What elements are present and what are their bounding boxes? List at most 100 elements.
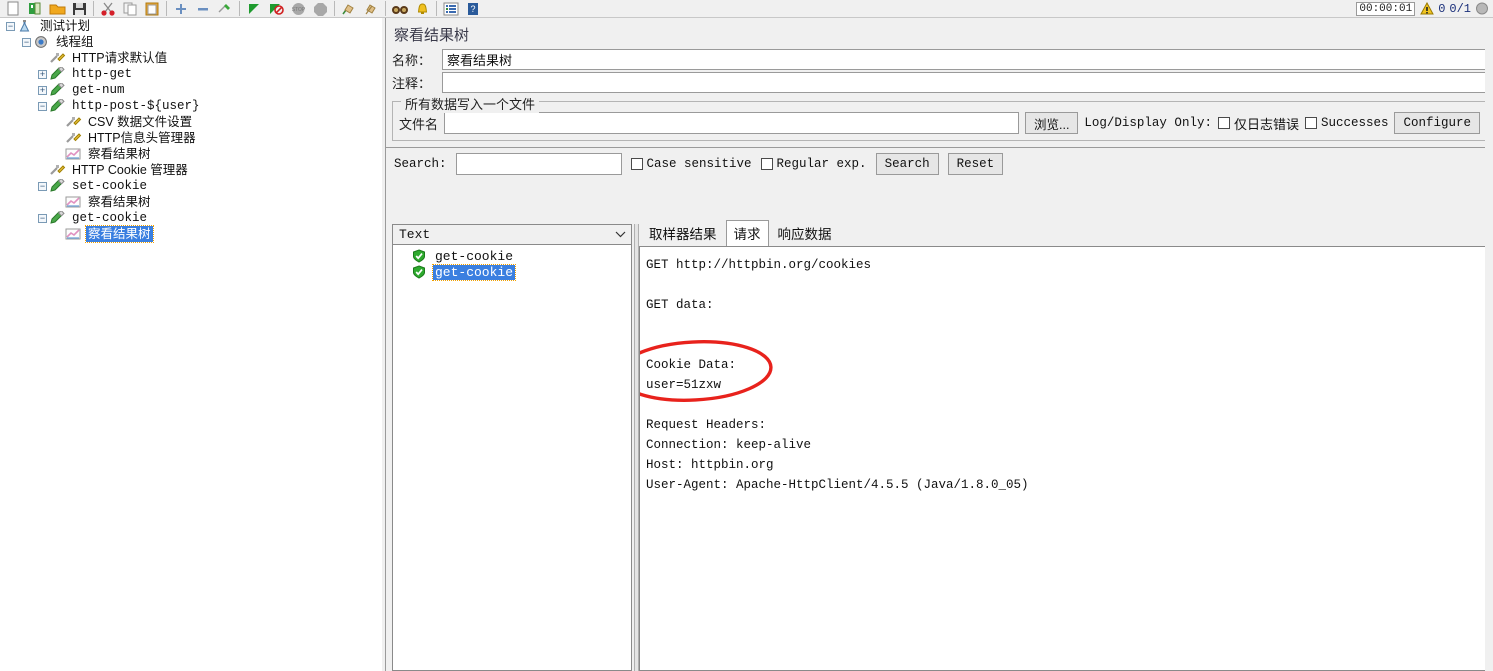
tab-request[interactable]: 请求 [725, 220, 769, 246]
right-edge-filler [1485, 18, 1493, 671]
browse-button[interactable]: 浏览... [1025, 112, 1079, 134]
result-list-item[interactable]: get-cookie [393, 248, 631, 264]
help-icon[interactable]: ? [462, 0, 484, 17]
log-display-only-label: Log/Display Only: [1084, 116, 1212, 130]
search-icon[interactable] [389, 0, 411, 17]
case-sensitive-checkbox[interactable]: Case sensitive [630, 157, 752, 171]
expand-all-icon[interactable] [170, 0, 192, 17]
thread-group-icon [33, 35, 51, 50]
tab-sampler-result[interactable]: 取样器结果 [641, 220, 725, 246]
request-blank-line [646, 275, 1490, 295]
config-element-icon [65, 131, 83, 146]
tree-node[interactable]: HTTP Cookie 管理器 [0, 162, 382, 178]
results-right-pane: 取样器结果 请求 响应数据 GET http://httpbin.org/coo… [639, 220, 1491, 671]
tree-toggle-minus[interactable]: − [22, 37, 31, 47]
configure-button[interactable]: Configure [1394, 112, 1480, 134]
search-input[interactable] [455, 153, 622, 175]
request-blank-line [646, 315, 1490, 335]
copy-icon[interactable] [119, 0, 141, 17]
results-left-pane: Text get-cookie get-cookie [392, 224, 632, 671]
toolbar-separator [385, 1, 386, 16]
tree-node-label: http-post-${user} [72, 99, 200, 113]
errors-only-checkbox[interactable]: 仅日志错误 [1217, 114, 1299, 133]
tab-response-data[interactable]: 响应数据 [769, 220, 840, 246]
tree-node[interactable]: 察看结果树 [0, 194, 382, 210]
tree-toggle-minus[interactable]: − [6, 21, 15, 31]
split-divider[interactable] [632, 224, 639, 671]
templates-icon[interactable] [24, 0, 46, 17]
warning-icon[interactable] [1420, 1, 1435, 15]
comment-input[interactable] [442, 72, 1487, 93]
errors-only-checkbox-box[interactable] [1217, 117, 1230, 129]
render-type-combo[interactable]: Text [392, 224, 632, 245]
start-no-pauses-icon[interactable] [265, 0, 287, 17]
tree-toggle-plus[interactable]: + [38, 69, 47, 79]
tree-node[interactable]: HTTP请求默认值 [0, 50, 382, 66]
svg-text:?: ? [470, 4, 475, 14]
filename-input[interactable] [444, 112, 1019, 134]
case-sensitive-checkbox-box[interactable] [630, 158, 643, 170]
tree-node[interactable]: − 测试计划 [0, 18, 382, 34]
successes-checkbox-box[interactable] [1304, 117, 1317, 129]
request-text-view[interactable]: GET http://httpbin.org/cookies GET data: C… [639, 246, 1491, 671]
page-title: 察看结果树 [394, 27, 470, 44]
save-icon[interactable] [68, 0, 90, 17]
toolbar-separator [239, 1, 240, 16]
start-icon[interactable] [243, 0, 265, 17]
successes-checkbox[interactable]: Successes [1304, 116, 1388, 130]
tree-toggle-minus[interactable]: − [38, 213, 47, 223]
tree-node[interactable]: 察看结果树 [0, 225, 382, 243]
tree-node[interactable]: + get-num [0, 81, 382, 98]
toggle-icon[interactable] [214, 0, 236, 17]
tree-node-label: 察看结果树 [88, 147, 151, 161]
http-sampler-icon [49, 81, 67, 98]
tree-toggle-spacer [54, 150, 63, 159]
tree-node[interactable]: − 线程组 [0, 34, 382, 50]
chevron-down-icon[interactable] [615, 227, 626, 242]
result-list-item[interactable]: get-cookie [393, 263, 631, 281]
sample-results-tree[interactable]: get-cookie get-cookie [392, 245, 632, 671]
reset-button[interactable]: Reset [947, 153, 1004, 175]
clear-all-icon[interactable] [360, 0, 382, 17]
tree-toggle-plus[interactable]: + [38, 85, 47, 95]
request-text-line: Cookie Data: [646, 358, 737, 372]
config-element-icon [49, 163, 67, 178]
reset-search-icon[interactable] [411, 0, 433, 17]
warning-count: 0 [1438, 1, 1446, 16]
regular-exp-checkbox-box[interactable] [760, 158, 773, 170]
tree-node[interactable]: − get-cookie [0, 209, 382, 226]
tree-toggle-minus[interactable]: − [38, 181, 47, 191]
paste-icon[interactable] [141, 0, 163, 17]
tree-node[interactable]: HTTP信息头管理器 [0, 130, 382, 146]
cut-icon[interactable] [97, 0, 119, 17]
toolbar-separator [93, 1, 94, 16]
tree-node[interactable]: 察看结果树 [0, 146, 382, 162]
regular-exp-checkbox[interactable]: Regular exp. [760, 157, 867, 171]
errors-only-label: 仅日志错误 [1233, 116, 1299, 132]
tree-node[interactable]: + http-get [0, 65, 382, 82]
tree-toggle-minus[interactable]: − [38, 101, 47, 111]
toolbar-separator [334, 1, 335, 16]
name-label: 名称： [392, 53, 432, 68]
function-helper-icon[interactable] [440, 0, 462, 17]
render-type-value: Text [399, 227, 431, 242]
tree-node-label: http-get [72, 67, 133, 81]
tree-node[interactable]: CSV 数据文件设置 [0, 114, 382, 130]
search-button[interactable]: Search [875, 153, 939, 175]
collapse-all-icon[interactable] [192, 0, 214, 17]
active-threads-count: 0/1 [1449, 1, 1471, 16]
http-sampler-icon [49, 177, 67, 194]
name-input[interactable] [442, 49, 1487, 70]
results-split-pane: Text get-cookieget-cookie 取样器结果 请求 响应数据 [392, 220, 1491, 671]
request-text-line: Connection: keep-alive [646, 438, 812, 452]
toolbar-separator [166, 1, 167, 16]
tree-node-label: get-num [72, 83, 125, 97]
test-plan-tree[interactable]: − 测试计划 − 线程组 HTTP请求默认值 + http-get + get-num − http… [0, 18, 382, 671]
clear-icon[interactable] [338, 0, 360, 17]
tree-node-label: 测试计划 [40, 19, 91, 33]
tree-node[interactable]: − http-post-${user} [0, 97, 382, 114]
tree-node[interactable]: − set-cookie [0, 177, 382, 194]
open-icon[interactable] [46, 0, 68, 17]
result-item-label: get-cookie [435, 248, 514, 264]
new-test-plan-icon[interactable] [2, 0, 24, 17]
